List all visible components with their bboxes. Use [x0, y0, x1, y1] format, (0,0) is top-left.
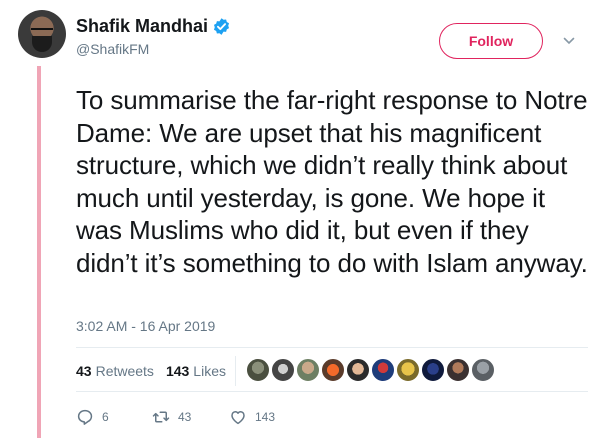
- liker-avatars[interactable]: [246, 358, 496, 382]
- handle[interactable]: @ShafikFM: [76, 41, 149, 57]
- divider: [76, 391, 588, 392]
- liker-avatar[interactable]: [346, 358, 370, 382]
- chevron-down-icon[interactable]: [563, 35, 575, 47]
- liker-avatar[interactable]: [371, 358, 395, 382]
- reply-button[interactable]: 6: [76, 408, 152, 426]
- liker-avatar[interactable]: [396, 358, 420, 382]
- action-bar: 6 43 143: [76, 408, 275, 426]
- avatar[interactable]: [18, 10, 66, 58]
- avatar-beard: [32, 36, 52, 52]
- reply-count: 6: [102, 410, 109, 424]
- divider: [76, 347, 588, 348]
- retweet-count: 43: [178, 410, 192, 424]
- author-name-row[interactable]: Shafik Mandhai: [76, 16, 231, 37]
- avatar-glasses: [31, 28, 53, 34]
- stats-separator: [235, 356, 236, 386]
- retweet-icon: [152, 411, 170, 423]
- like-button[interactable]: 143: [229, 408, 275, 426]
- heart-icon: [231, 411, 245, 425]
- retweets-count: 43: [76, 363, 92, 379]
- liker-avatar[interactable]: [321, 358, 345, 382]
- liker-avatar[interactable]: [271, 358, 295, 382]
- likes-count: 143: [165, 363, 190, 379]
- liker-avatar[interactable]: [296, 358, 320, 382]
- like-count: 143: [255, 410, 276, 424]
- timestamp[interactable]: 3:02 AM - 16 Apr 2019: [76, 318, 215, 334]
- follow-button[interactable]: Follow: [439, 23, 543, 59]
- retweet-button[interactable]: 43: [152, 408, 229, 426]
- liker-avatar[interactable]: [446, 358, 470, 382]
- liker-avatar[interactable]: [471, 358, 495, 382]
- reply-icon: [77, 409, 93, 425]
- display-name[interactable]: Shafik Mandhai: [76, 16, 208, 37]
- tweet-text: To summarise the far-right response to N…: [76, 85, 588, 278]
- retweets-stat[interactable]: 43 Retweets: [76, 363, 154, 379]
- liker-avatar[interactable]: [246, 358, 270, 382]
- thread-line: [37, 66, 41, 438]
- liker-avatar[interactable]: [421, 358, 445, 382]
- likes-label: Likes: [193, 363, 226, 379]
- tweet-stats: 43 Retweets 143 Likes: [76, 363, 226, 379]
- verified-icon: [214, 18, 230, 35]
- likes-stat[interactable]: 143 Likes: [166, 363, 226, 379]
- retweets-label: Retweets: [95, 363, 154, 379]
